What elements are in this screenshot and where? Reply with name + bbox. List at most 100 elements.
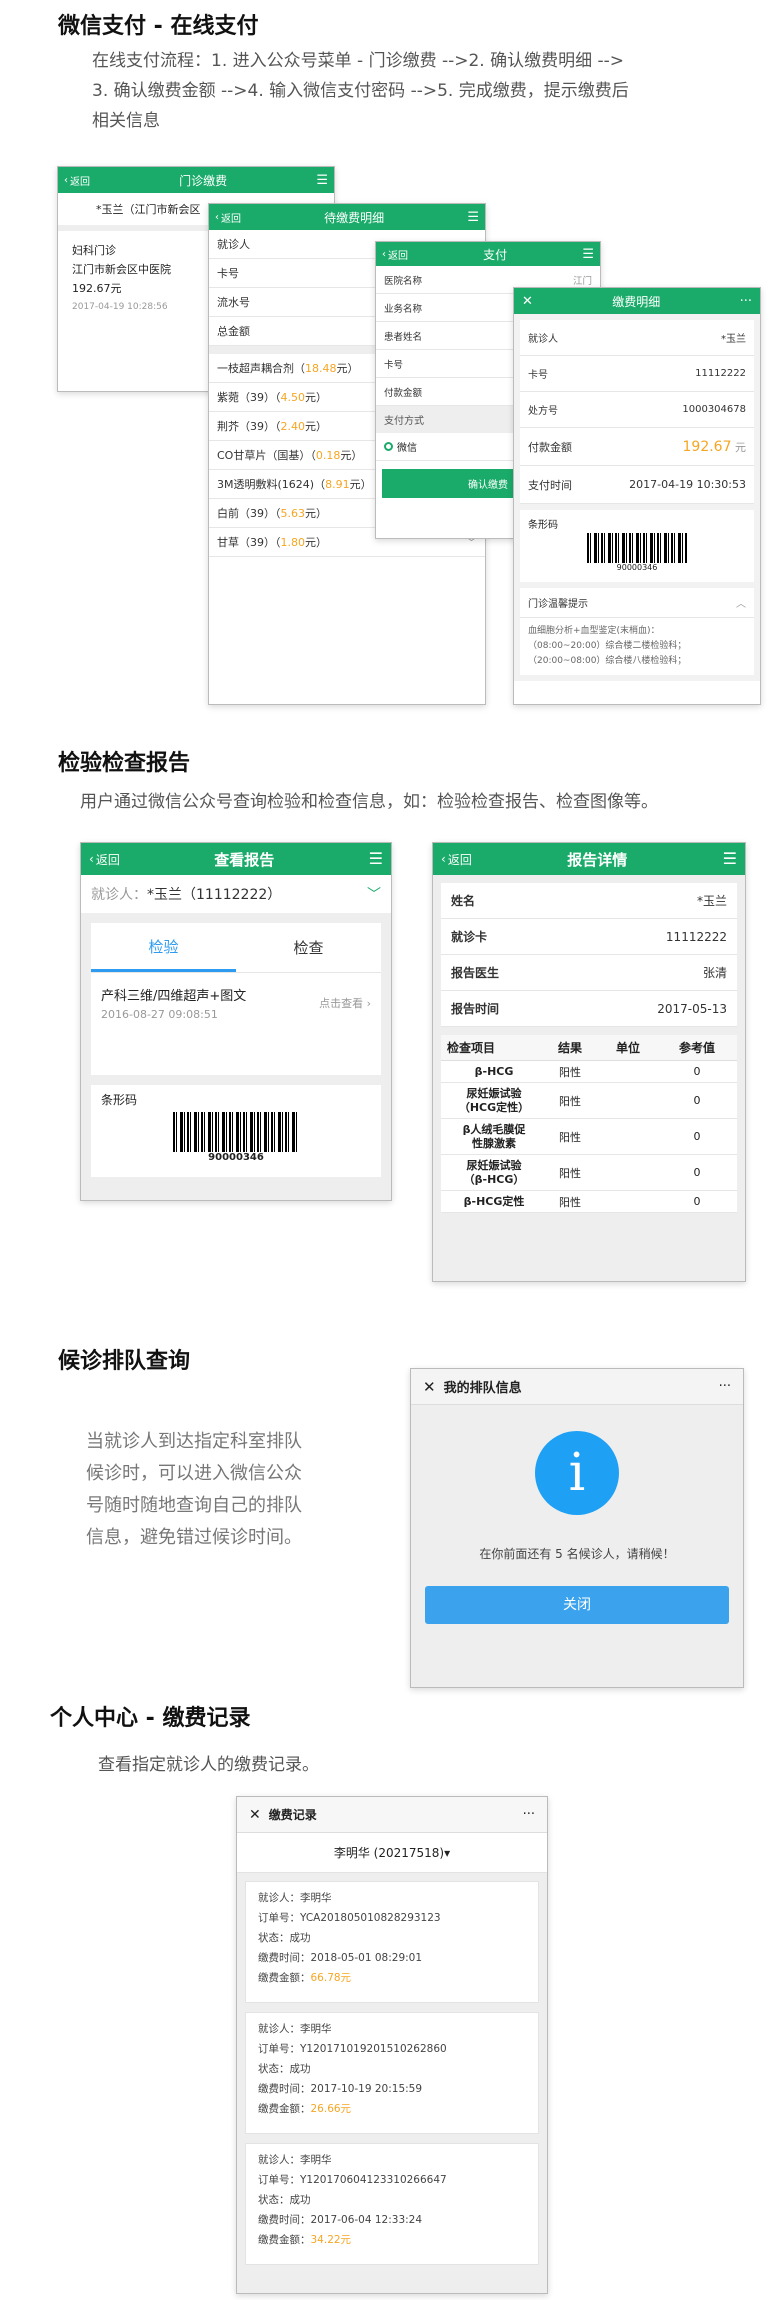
report-info-row: 就诊卡 11112222 [441, 919, 737, 955]
cell-item: 尿妊娠试验 （HCG定性） [458, 1086, 530, 1114]
nav-bar: ‹ 返回 查看报告 ☰ [81, 843, 391, 875]
patient-selector[interactable]: 李明华 (20217518) ▾ [237, 1833, 547, 1873]
report-list-card: 检验 检查 产科三维/四维超声+图文 2016-08-27 09:08:51 点… [91, 923, 381, 1075]
field-value: *玉兰 [721, 334, 746, 345]
close-icon[interactable]: ✕ [423, 1378, 436, 1396]
record-line: 就诊人：李明华 [258, 1888, 526, 1908]
fee-item-label: 荆芥（39）（2.40元） [217, 420, 327, 433]
section-title-records: 个人中心 - 缴费记录 [50, 1706, 251, 1731]
record-label: 就诊人： [258, 1892, 300, 1904]
menu-icon[interactable]: ☰ [582, 248, 594, 261]
field-label: 就诊人 [528, 334, 558, 345]
more-icon[interactable]: ··· [740, 295, 752, 308]
fee-item-price: 8.91 [325, 478, 350, 491]
back-button[interactable]: ‹ 返回 [215, 210, 241, 225]
menu-icon[interactable]: ☰ [723, 851, 737, 867]
record-card[interactable]: 就诊人：李明华 订单号：Y120171019201510262860 状态：成功 缴费… [245, 2012, 539, 2134]
price-unit: 元 [349, 478, 361, 491]
more-icon[interactable]: ··· [719, 1379, 731, 1394]
nav-bar: ‹ 返回 门诊缴费 ☰ [58, 167, 334, 193]
fee-item-price: 1.80 [280, 536, 306, 549]
table-row: β人绒毛膜促 性腺激素 阳性 0 [441, 1119, 737, 1155]
cell-ref: 0 [693, 1094, 701, 1107]
record-label: 订单号： [258, 1912, 300, 1924]
cell-ref: 0 [693, 1130, 701, 1143]
record-status: 成功 [289, 2194, 311, 2206]
record-line: 缴费时间：2018-05-01 08:29:01 [258, 1948, 526, 1968]
field-label: 业务名称 [384, 303, 423, 315]
tab-exam[interactable]: 检查 [236, 923, 381, 972]
fee-item-name: 紫菀（39） [217, 391, 275, 404]
record-time: 2018-05-01 08:29:01 [310, 1952, 423, 1964]
record-card[interactable]: 就诊人：李明华 订单号：Y120170604123310266647 状态：成功 缴费… [245, 2143, 539, 2265]
patient-selector[interactable]: 就诊人：*玉兰（11112222） ﹀ [81, 875, 391, 913]
record-line: 缴费时间：2017-06-04 12:33:24 [258, 2210, 526, 2230]
record-line: 订单号：Y120170604123310266647 [258, 2170, 526, 2190]
patient-value: *玉兰（11112222） [147, 887, 282, 903]
record-line: 缴费金额：34.22元 [258, 2230, 526, 2250]
menu-icon[interactable]: ☰ [369, 851, 383, 867]
desc-line: 号随时随地查询自己的排队 [86, 1495, 302, 1516]
record-status: 成功 [289, 2063, 311, 2075]
record-patient: 李明华 [300, 2154, 332, 2166]
close-icon[interactable]: ✕ [249, 1807, 261, 1823]
record-card[interactable]: 就诊人：李明华 订单号：YCA201805010828293123 状态：成功 缴费时… [245, 1881, 539, 2003]
back-label: 返回 [95, 852, 120, 867]
fee-item-name: 甘草（39） [217, 536, 275, 549]
field-value: 2017-04-19 10:30:53 [629, 478, 746, 491]
field-label: 卡号 [528, 370, 548, 381]
record-line: 订单号：YCA201805010828293123 [258, 1908, 526, 1928]
desc-line: 3. 确认缴费金额 -->4. 输入微信支付密码 -->5. 完成缴费，提示缴费… [92, 81, 629, 101]
page-title: 报告详情 [567, 850, 628, 869]
phone-view-report: ‹ 返回 查看报告 ☰ 就诊人：*玉兰（11112222） ﹀ 检验 检查 产科三… [80, 842, 392, 1201]
close-button[interactable]: 关闭 [425, 1586, 729, 1624]
cell-ref: 0 [693, 1195, 701, 1208]
menu-icon[interactable]: ☰ [467, 211, 479, 224]
record-line: 缴费时间：2017-10-19 20:15:59 [258, 2079, 526, 2099]
record-amount: 34.22元 [310, 2234, 352, 2246]
tab-lab[interactable]: 检验 [91, 923, 236, 972]
menu-icon[interactable]: ☰ [316, 174, 328, 187]
back-button[interactable]: ‹ 返回 [382, 247, 408, 262]
col-unit: 单位 [615, 1041, 640, 1055]
record-label: 就诊人： [258, 2154, 300, 2166]
tip-line: 血细胞分析+血型鉴定(末梢血)： [528, 626, 660, 636]
page-title: 支付 [483, 247, 508, 262]
col-ref: 参考值 [678, 1041, 715, 1055]
record-order: Y120170604123310266647 [300, 2174, 447, 2186]
nav-bar: ‹ 返回 报告详情 ☰ [433, 843, 745, 875]
close-icon[interactable]: ✕ [522, 295, 533, 308]
tips-card: 门诊温馨提示 ︿ 血细胞分析+血型鉴定(末梢血)： （08:00~20:00）综… [520, 588, 754, 675]
back-button[interactable]: ‹ 返回 [89, 851, 120, 868]
fee-item-price: 5.63 [280, 507, 306, 520]
desc-line: 在线支付流程：1. 进入公众号菜单 - 门诊缴费 -->2. 确认缴费明细 --… [92, 51, 625, 71]
field-label: 卡号 [217, 267, 239, 280]
record-amount: 66.78元 [310, 1972, 352, 1984]
desc-line: 信息，避免错过候诊时间。 [86, 1527, 302, 1548]
back-button[interactable]: ‹ 返回 [64, 173, 90, 188]
record-label: 订单号： [258, 2174, 300, 2186]
field-value: *玉兰 [696, 894, 727, 908]
fee-item-name: 一枝超声耦合剂 [217, 362, 294, 375]
tip-line: （08:00~20:00）综合楼二楼检验科； [528, 641, 687, 651]
chevron-left-icon: ‹ [64, 174, 68, 186]
nav-bar: ‹ 返回 待缴费明细 ☰ [209, 204, 485, 230]
chevron-up-icon: ︿ [736, 599, 746, 610]
field-label: 处方号 [528, 406, 558, 417]
cell-item: 尿妊娠试验 （β-HCG） [463, 1158, 525, 1186]
chevron-right-icon: › [366, 997, 371, 1010]
col-result: 结果 [557, 1041, 582, 1055]
tips-header[interactable]: 门诊温馨提示 ︿ [520, 588, 754, 618]
phone-payment-receipt: ✕ 缴费明细 ··· 就诊人 *玉兰 卡号 11112222 处方号 1000304678… [513, 287, 761, 705]
record-label: 订单号： [258, 2043, 300, 2055]
receipt-row: 卡号 11112222 [520, 356, 754, 392]
desc-line: 相关信息 [92, 111, 160, 131]
report-item[interactable]: 产科三维/四维超声+图文 2016-08-27 09:08:51 点击查看 › [91, 973, 381, 1033]
back-button[interactable]: ‹ 返回 [441, 851, 472, 868]
price-unit: 元 [340, 449, 352, 462]
barcode-label: 条形码 [528, 520, 558, 531]
result-table: 检查项目 结果 单位 参考值 β-HCG 阳性 0 尿妊娠试验 （HCG定性） 阳性 0 β… [441, 1035, 737, 1213]
page-title: 待缴费明细 [324, 210, 385, 225]
more-icon[interactable]: ··· [523, 1807, 535, 1822]
fee-item-price: 4.50 [280, 391, 306, 404]
